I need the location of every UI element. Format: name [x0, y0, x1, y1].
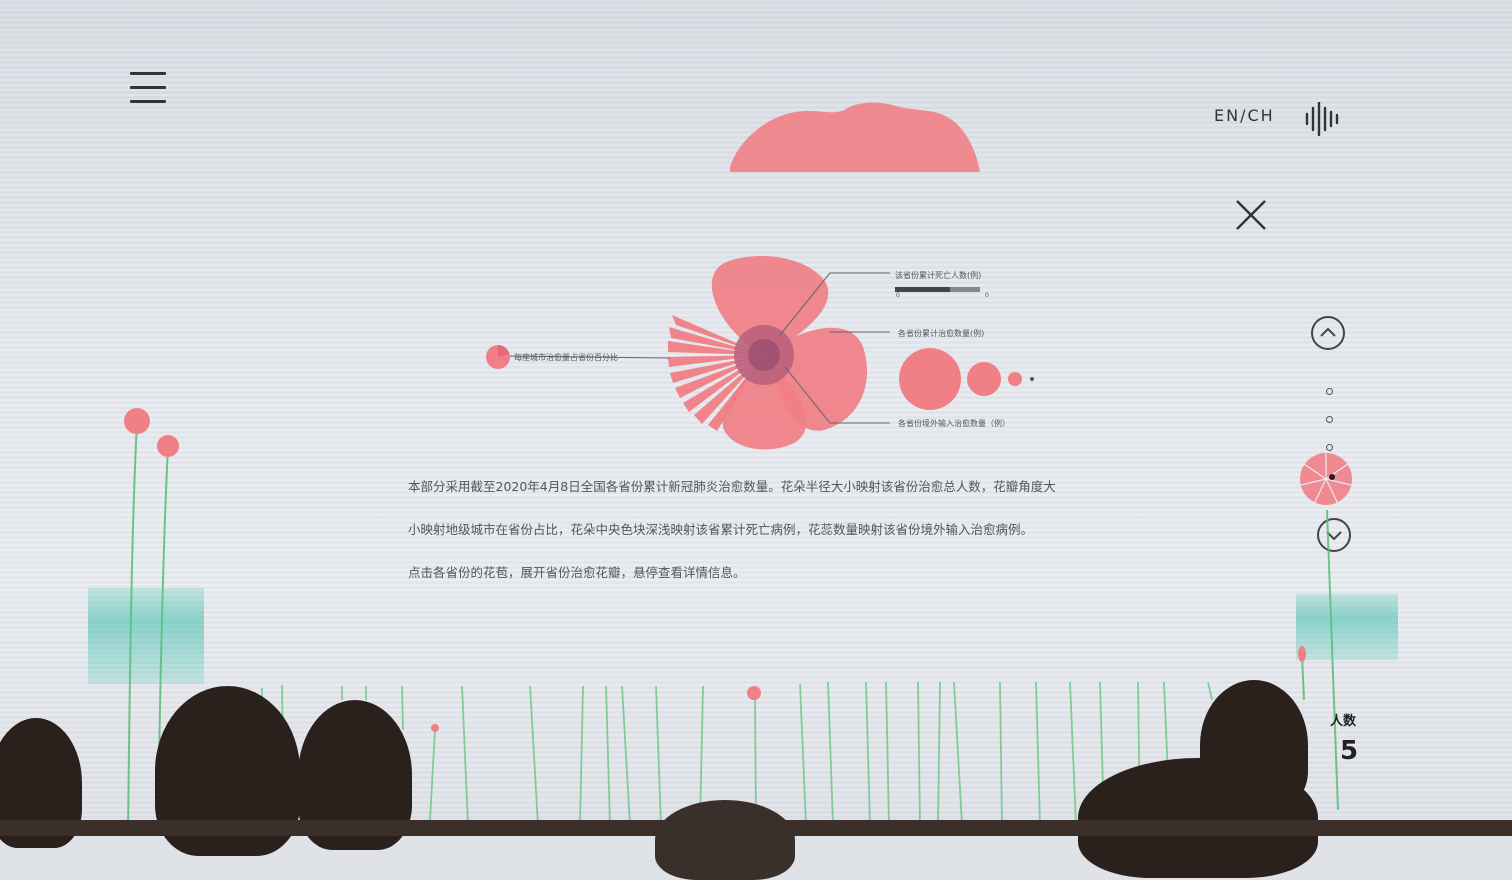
legend-label-death: 该省份累计死亡人数(例) — [895, 271, 982, 280]
legend-label-cured: 各省份累计治愈数量(例) — [898, 329, 985, 338]
audience-row-bottom — [0, 820, 1512, 836]
legend-death-scale-max: 0 — [985, 292, 989, 299]
legend-death-scale-min: 0 — [896, 292, 900, 299]
projection-screen: EN/CH 该省份累计死亡人数(例) 0 0 各省份累计治愈数量(例) 各省份境… — [0, 0, 1512, 880]
bud-1 — [124, 408, 150, 434]
audience-head-4 — [655, 800, 795, 880]
bud-5 — [1298, 646, 1306, 662]
nav-dot-1[interactable] — [1326, 388, 1333, 395]
close-icon[interactable] — [1234, 198, 1268, 232]
petal-cloud-shape — [730, 102, 980, 172]
chevron-up-icon — [1320, 327, 1336, 337]
side-stat-value: 5 — [1340, 736, 1359, 766]
audio-waveform-icon[interactable] — [1304, 102, 1340, 136]
bud-3 — [747, 686, 761, 700]
bud-2 — [157, 435, 179, 457]
bud-4 — [431, 724, 439, 732]
hamburger-menu-icon[interactable] — [130, 72, 166, 106]
audience-head-6 — [1200, 680, 1308, 810]
scroll-up-button[interactable] — [1311, 316, 1345, 350]
language-toggle[interactable]: EN/CH — [1214, 106, 1275, 125]
side-stat-label: 人数 — [1330, 714, 1357, 729]
legend-label-city: 每座城市治愈量占省份百分比 — [514, 353, 618, 362]
